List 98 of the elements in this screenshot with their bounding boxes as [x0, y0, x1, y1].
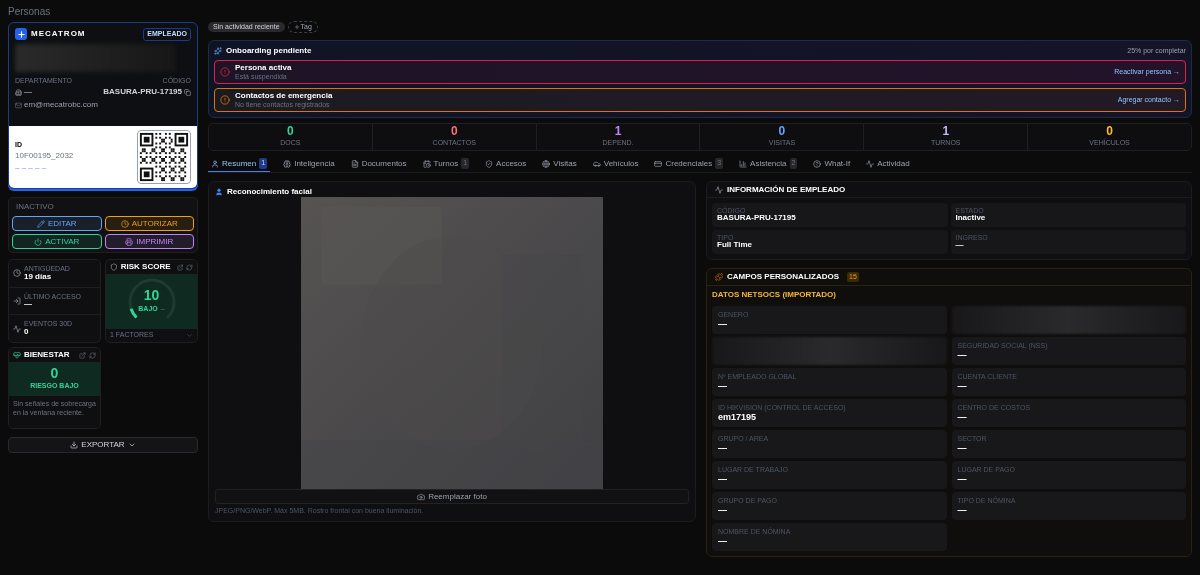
bar-chart-icon — [739, 159, 748, 168]
field-value: — — [957, 411, 968, 423]
copy-icon[interactable] — [184, 88, 191, 96]
field-value: Inactive — [955, 214, 987, 224]
field-value: BASURA-PRU-17195 — [717, 214, 797, 224]
panel-title: RISK SCORE — [120, 261, 171, 273]
status-label: INACTIVO — [16, 201, 54, 213]
clock-icon — [120, 219, 129, 228]
field-value: — — [718, 473, 728, 485]
export-button[interactable]: EXPORTAR — [8, 437, 198, 453]
download-icon — [70, 441, 79, 449]
field-value: — — [957, 442, 968, 454]
logo-icon — [15, 28, 27, 41]
id-extra: – – – – – — [15, 162, 48, 175]
login-icon — [13, 297, 21, 305]
refresh-icon[interactable] — [186, 263, 193, 271]
action-button[interactable]: ACTIVAR — [12, 234, 102, 249]
field-value: — — [718, 442, 728, 454]
tab[interactable]: Documentos — [347, 156, 410, 172]
tab[interactable]: Actividad — [863, 156, 913, 172]
activity-icon — [715, 185, 723, 194]
employee-code: BASURA-PRU-17195 — [103, 86, 182, 98]
pulse-icon — [13, 351, 21, 359]
document-icon — [350, 159, 359, 168]
open-icon[interactable] — [79, 351, 86, 359]
stat-value: 0 — [287, 125, 294, 138]
wellbeing-score: 0 — [50, 366, 59, 381]
tab[interactable]: Vehículos — [589, 156, 642, 172]
user-icon — [211, 159, 219, 168]
tab[interactable]: What-If — [810, 156, 854, 172]
building-icon — [15, 88, 22, 96]
field-value: — — [718, 504, 728, 516]
globe-icon — [542, 159, 551, 168]
activity-icon — [13, 324, 21, 333]
action-button[interactable]: AUTORIZAR — [104, 216, 194, 231]
page-title: Personas — [8, 4, 51, 19]
field-value: — — [957, 504, 968, 516]
chevron-icon — [127, 441, 136, 449]
power-icon — [34, 237, 43, 246]
stat-value: 0 — [450, 125, 458, 138]
item-title: Persona activa — [235, 63, 292, 73]
panel-title: CAMPOS PERSONALIZADOS — [727, 271, 839, 283]
printer-icon — [125, 237, 134, 246]
field-value: — — [718, 535, 728, 547]
calendar-icon — [422, 159, 431, 168]
pencil-icon — [36, 219, 45, 228]
car-icon — [592, 159, 601, 168]
alert-icon — [220, 67, 230, 77]
replace-photo-button[interactable]: Reemplazar foto — [215, 489, 689, 504]
activity-icon — [866, 159, 875, 168]
help-icon — [813, 159, 822, 168]
stat-value: 1 — [614, 125, 622, 138]
card-icon — [654, 159, 663, 168]
stat-value: 0 — [1106, 125, 1113, 138]
camera-icon — [417, 492, 426, 501]
metric-value: 19 días — [24, 272, 53, 282]
item-title: Contactos de emergencia — [235, 91, 333, 101]
mail-icon — [15, 101, 22, 109]
sparkles-icon — [214, 47, 222, 55]
shield-icon — [485, 159, 494, 168]
risk-score-value: 10 — [143, 288, 160, 303]
section-title: DATOS NETSOCS (IMPORTADO) — [711, 289, 837, 301]
metric-value: — — [24, 300, 33, 310]
refresh-icon[interactable] — [89, 351, 96, 359]
qr-code — [137, 130, 191, 184]
email: em@mecatrobc.com — [24, 99, 98, 111]
department-value: — — [24, 86, 32, 98]
field-value: — — [957, 473, 968, 485]
field-value: — — [718, 318, 728, 330]
brand-name: MECATROM — [31, 28, 86, 41]
open-icon[interactable] — [176, 263, 184, 271]
panel-title: INFORMACIÓN DE EMPLEADO — [727, 183, 846, 196]
stat-value: 1 — [942, 125, 950, 138]
field-value: Full Time — [717, 241, 753, 251]
facial-title: Reconocimiento facial — [227, 186, 312, 198]
metric-value: 0 — [24, 328, 30, 337]
field-value: — — [955, 241, 965, 251]
id-number: 10F00195_2032 — [15, 150, 74, 163]
panel-title: BIENESTAR — [24, 349, 70, 361]
brain-icon — [283, 159, 292, 168]
field-value: — — [718, 380, 728, 392]
clock-icon — [13, 269, 21, 278]
field-value: — — [957, 380, 968, 392]
tab[interactable]: Accesos — [482, 156, 530, 172]
action-button[interactable]: IMPRIMIR — [104, 234, 194, 249]
puzzle-icon — [715, 273, 723, 281]
plus-icon — [293, 24, 300, 30]
user-icon — [215, 188, 223, 196]
tab[interactable]: Inteligencia — [280, 156, 338, 172]
field-value: — — [957, 349, 968, 361]
alert-icon — [220, 95, 230, 105]
onboarding-title: Onboarding pendiente — [226, 45, 312, 57]
chevron-icon[interactable] — [186, 332, 193, 339]
stat-value: 0 — [778, 125, 786, 138]
shield-icon — [110, 263, 118, 271]
tab[interactable]: Visitas — [539, 156, 580, 172]
field-value: em17195 — [718, 411, 758, 423]
action-button[interactable]: EDITAR — [12, 216, 102, 231]
